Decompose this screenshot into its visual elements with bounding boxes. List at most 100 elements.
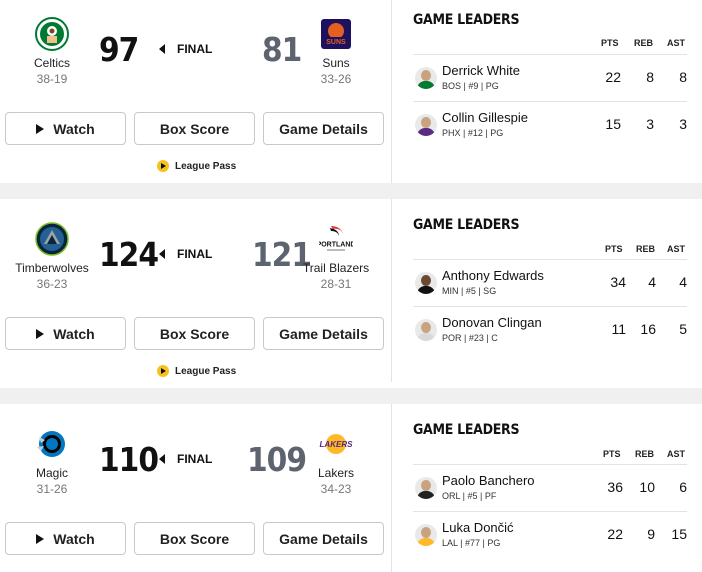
box-score-button[interactable]: Box Score — [134, 522, 255, 555]
winner-arrow-icon — [159, 454, 165, 464]
game-status: FINAL — [159, 42, 212, 56]
player-reb: 4 — [648, 274, 656, 290]
game-status: FINAL — [159, 452, 212, 466]
play-icon — [36, 533, 45, 544]
home-team-name[interactable]: Lakers — [291, 466, 381, 480]
leader-row[interactable]: Derrick White BOS | #9 | PG 22 8 8 — [413, 54, 687, 101]
game-leaders: GAME LEADERS PTS REB AST Derrick White B… — [393, 0, 702, 183]
game-leaders: GAME LEADERS PTS REB AST Paolo Banchero … — [393, 404, 702, 572]
away-team-record: 38-19 — [36, 72, 68, 86]
svg-text:LAKERS: LAKERS — [320, 440, 353, 449]
player-headshot — [415, 524, 437, 546]
player-info: POR | #23 | C — [442, 333, 498, 343]
player-name[interactable]: Collin Gillespie — [442, 110, 528, 125]
player-ast: 4 — [679, 274, 687, 290]
game-leaders-title: GAME LEADERS — [413, 12, 520, 28]
game-status: FINAL — [159, 247, 212, 261]
player-name[interactable]: Donovan Clingan — [442, 315, 542, 330]
watch-button[interactable]: Watch — [5, 317, 126, 350]
player-headshot — [415, 477, 437, 499]
ast-header: AST — [667, 449, 685, 459]
scoreboard: Celtics 38-19 97 FINAL 81 SUNS Suns 33-2… — [0, 0, 392, 183]
player-name[interactable]: Luka Dončić — [442, 520, 514, 535]
watch-button[interactable]: Watch — [5, 112, 126, 145]
player-headshot — [415, 272, 437, 294]
player-reb: 9 — [647, 526, 655, 542]
player-headshot — [415, 67, 437, 89]
player-info: PHX | #12 | PG — [442, 128, 504, 138]
game-leaders-title: GAME LEADERS — [413, 422, 520, 438]
player-name[interactable]: Anthony Edwards — [442, 268, 544, 283]
timberwolves-logo[interactable] — [35, 222, 69, 256]
away-score: 97 — [99, 30, 139, 69]
leader-row[interactable]: Donovan Clingan POR | #23 | C 11 16 5 — [413, 306, 687, 353]
reb-header: REB — [635, 449, 655, 459]
scoreboard: Timberwolves 36-23 124 FINAL 121 PORTLAN… — [0, 199, 392, 382]
player-pts: 22 — [605, 69, 621, 85]
leader-row[interactable]: Paolo Banchero ORL | #5 | PF 36 10 6 — [413, 464, 687, 511]
play-icon — [36, 123, 45, 134]
box-score-button[interactable]: Box Score — [134, 317, 255, 350]
game-details-button[interactable]: Game Details — [263, 317, 384, 350]
player-reb: 8 — [646, 69, 654, 85]
card-separator — [0, 183, 702, 199]
svg-text:PORTLAND: PORTLAND — [319, 242, 353, 249]
game-details-button[interactable]: Game Details — [263, 522, 384, 555]
player-ast: 15 — [671, 526, 687, 542]
away-team-name[interactable]: Celtics — [7, 56, 97, 70]
magic-logo[interactable] — [35, 427, 69, 461]
player-pts: 15 — [605, 116, 621, 132]
home-team-name[interactable]: Suns — [291, 56, 381, 70]
game-card: Timberwolves 36-23 124 FINAL 121 PORTLAN… — [0, 199, 702, 382]
pts-header: PTS — [605, 244, 623, 254]
away-team-name[interactable]: Timberwolves — [7, 261, 97, 275]
leader-row[interactable]: Anthony Edwards MIN | #5 | SG 34 4 4 — [413, 259, 687, 306]
player-pts: 22 — [607, 526, 623, 542]
ast-header: AST — [667, 38, 685, 48]
scoreboard: Magic 31-26 110 FINAL 109 LAKERS Lakers … — [0, 404, 392, 572]
leader-row[interactable]: Collin Gillespie PHX | #12 | PG 15 3 3 — [413, 101, 687, 148]
player-ast: 8 — [679, 69, 687, 85]
player-name[interactable]: Paolo Banchero — [442, 473, 535, 488]
league-pass-link[interactable]: League Pass — [157, 365, 236, 377]
player-name[interactable]: Derrick White — [442, 63, 520, 78]
player-ast: 6 — [679, 479, 687, 495]
lakers-logo[interactable]: LAKERS — [319, 427, 353, 461]
home-team-name[interactable]: Trail Blazers — [291, 261, 381, 275]
away-team-name[interactable]: Magic — [7, 466, 97, 480]
home-team-record: 33-26 — [320, 72, 352, 86]
game-leaders-title: GAME LEADERS — [413, 217, 520, 233]
trail-blazers-logo[interactable]: PORTLAND — [317, 222, 355, 256]
player-info: LAL | #77 | PG — [442, 538, 501, 548]
game-card: Celtics 38-19 97 FINAL 81 SUNS Suns 33-2… — [0, 0, 702, 183]
away-team-record: 36-23 — [36, 277, 68, 291]
player-info: ORL | #5 | PF — [442, 491, 497, 501]
box-score-button[interactable]: Box Score — [134, 112, 255, 145]
watch-button[interactable]: Watch — [5, 522, 126, 555]
player-ast: 3 — [679, 116, 687, 132]
player-headshot — [415, 114, 437, 136]
game-card: Magic 31-26 110 FINAL 109 LAKERS Lakers … — [0, 404, 702, 572]
suns-logo[interactable]: SUNS — [319, 17, 353, 51]
reb-header: REB — [634, 38, 654, 48]
home-team-record: 34-23 — [320, 482, 352, 496]
celtics-logo[interactable] — [35, 17, 69, 51]
card-separator — [0, 388, 702, 404]
player-reb: 16 — [640, 321, 656, 337]
away-team-record: 31-26 — [36, 482, 68, 496]
player-reb: 10 — [639, 479, 655, 495]
game-details-button[interactable]: Game Details — [263, 112, 384, 145]
winner-arrow-icon — [159, 44, 165, 54]
player-headshot — [415, 319, 437, 341]
player-pts: 36 — [607, 479, 623, 495]
leader-row[interactable]: Luka Dončić LAL | #77 | PG 22 9 15 — [413, 511, 687, 558]
pts-header: PTS — [603, 449, 621, 459]
away-score: 110 — [99, 440, 159, 479]
league-pass-link[interactable]: League Pass — [157, 160, 236, 172]
game-leaders: GAME LEADERS PTS REB AST Anthony Edwards… — [393, 199, 702, 382]
winner-arrow-icon — [159, 249, 165, 259]
away-score: 124 — [99, 235, 159, 274]
play-icon — [36, 328, 45, 339]
home-team-record: 28-31 — [320, 277, 352, 291]
player-pts: 11 — [611, 321, 626, 337]
